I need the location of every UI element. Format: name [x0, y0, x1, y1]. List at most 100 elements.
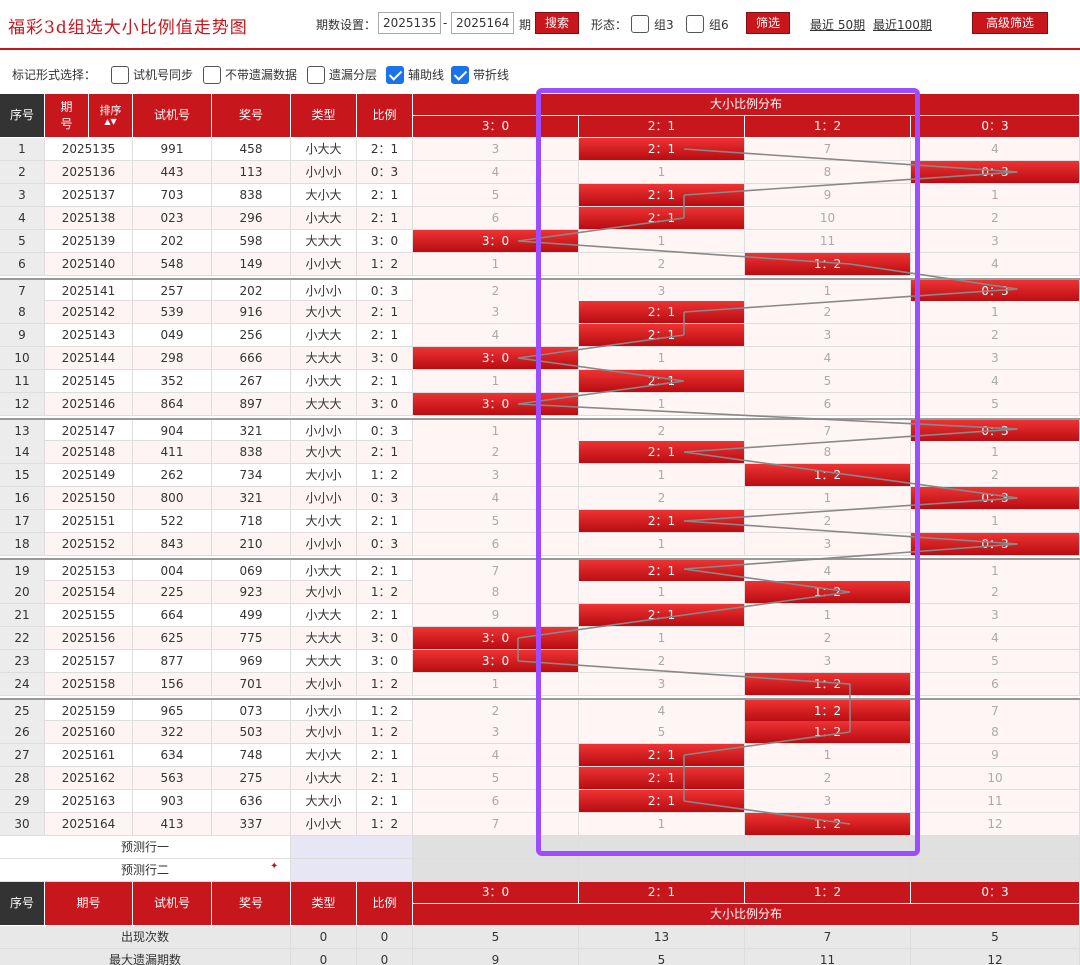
table-row: 10 2025144 298 666 大大大 3：0 3：0 1 4 3 — [0, 347, 1080, 370]
table-row: 25 2025159 965 073 小大小 1：2 2 4 1：2 7 — [0, 698, 1080, 722]
predict-row[interactable]: 预测行一 — [0, 836, 1080, 859]
row-ratio-hit: 3：0 — [413, 650, 579, 672]
row-miss-value: 3 — [579, 280, 745, 302]
expand-arrow-icon[interactable]: ✦ — [270, 861, 278, 872]
row-ratio: 3：0 — [357, 650, 413, 672]
row-ratio: 0：3 — [357, 161, 413, 183]
row-ratio-hit: 1：2 — [745, 813, 911, 835]
row-seq: 28 — [0, 767, 45, 789]
row-miss-value: 3 — [413, 301, 579, 323]
predict-row-cell[interactable] — [911, 859, 1080, 881]
stats-ratio: 0 — [357, 926, 413, 948]
row-miss-value: 12 — [911, 813, 1080, 835]
row-period: 2025158 — [45, 673, 133, 695]
row-period: 2025160 — [45, 721, 133, 743]
row-miss-value: 1 — [911, 184, 1080, 206]
group6-label: 组6 — [709, 18, 729, 32]
row-miss-value: 9 — [745, 184, 911, 206]
row-type: 小大大 — [291, 560, 357, 582]
predict-row-cell[interactable] — [745, 859, 911, 881]
row-period: 2025135 — [45, 138, 133, 160]
row-ratio: 2：1 — [357, 767, 413, 789]
row-miss-value: 5 — [579, 721, 745, 743]
mark-option-checkbox-5[interactable] — [451, 66, 469, 84]
row-type: 大大大 — [291, 627, 357, 649]
row-ratio-hit: 3：0 — [413, 230, 579, 252]
row-type: 小大大 — [291, 604, 357, 626]
table-row: 1 2025135 991 458 小大大 2：1 3 2：1 7 4 — [0, 138, 1080, 161]
row-type: 大小大 — [291, 301, 357, 323]
row-miss-value: 4 — [911, 370, 1080, 392]
row-type: 小大大 — [291, 324, 357, 346]
row-trial: 156 — [133, 673, 212, 695]
header-type: 类型 — [291, 94, 357, 138]
row-ratio: 0：3 — [357, 280, 413, 302]
predict-row-cell[interactable] — [579, 836, 745, 858]
row-ratio-hit: 0：3 — [911, 420, 1080, 442]
row-prize: 267 — [212, 370, 291, 392]
mark-option-label-5: 带折线 — [473, 68, 510, 82]
search-button[interactable]: 搜索 — [535, 12, 579, 34]
predict-row-cell[interactable] — [911, 836, 1080, 858]
predict-row-input[interactable] — [291, 836, 413, 858]
predict-row[interactable]: 预测行二 ✦ — [0, 859, 1080, 882]
row-trial: 965 — [133, 700, 212, 722]
group3-checkbox[interactable] — [631, 15, 649, 33]
period-from-input[interactable] — [378, 12, 441, 34]
predict-row-cell[interactable] — [579, 859, 745, 881]
row-miss-value: 3 — [745, 324, 911, 346]
recent-100-link[interactable]: 最近100期 — [873, 16, 932, 33]
row-miss-value: 1 — [911, 301, 1080, 323]
mark-option-checkbox-1[interactable] — [111, 66, 129, 84]
row-seq: 30 — [0, 813, 45, 835]
predict-row-cell[interactable] — [413, 836, 579, 858]
header-sort[interactable]: 排序 ▲▼ — [89, 94, 133, 138]
row-miss-value: 6 — [911, 673, 1080, 695]
row-miss-value: 9 — [413, 604, 579, 626]
period-to-input[interactable] — [451, 12, 514, 34]
row-type: 小大大 — [291, 207, 357, 229]
row-ratio: 1：2 — [357, 464, 413, 486]
recent-50-link[interactable]: 最近 50期 — [810, 16, 865, 33]
header-period: 期号 — [45, 94, 89, 138]
period-dash: - — [443, 16, 448, 30]
advanced-filter-button[interactable]: 高级筛选 — [972, 12, 1048, 34]
predict-row-cell[interactable] — [413, 859, 579, 881]
row-period: 2025150 — [45, 487, 133, 509]
filter-button[interactable]: 筛选 — [746, 12, 790, 34]
mark-option-checkbox-3[interactable] — [307, 66, 325, 84]
mark-option-checkbox-4[interactable] — [386, 66, 404, 84]
row-prize: 718 — [212, 510, 291, 532]
row-period: 2025162 — [45, 767, 133, 789]
predict-row-input[interactable] — [291, 859, 413, 881]
row-seq: 20 — [0, 581, 45, 603]
table-row: 22 2025156 625 775 大大大 3：0 3：0 1 2 4 — [0, 627, 1080, 650]
table-row: 2 2025136 443 113 小小小 0：3 4 1 8 0：3 — [0, 161, 1080, 184]
group6-checkbox[interactable] — [686, 15, 704, 33]
row-miss-value: 5 — [413, 184, 579, 206]
row-miss-value: 5 — [911, 393, 1080, 415]
row-ratio: 1：2 — [357, 581, 413, 603]
row-trial: 843 — [133, 533, 212, 555]
mark-option-checkbox-2[interactable] — [203, 66, 221, 84]
row-ratio-hit: 2：1 — [579, 184, 745, 206]
row-miss-value: 6 — [413, 207, 579, 229]
table-row: 9 2025143 049 256 小大大 2：1 4 2：1 3 2 — [0, 324, 1080, 347]
row-ratio-hit: 1：2 — [745, 464, 911, 486]
row-type: 大小大 — [291, 510, 357, 532]
row-trial: 004 — [133, 560, 212, 582]
row-prize: 923 — [212, 581, 291, 603]
row-miss-value: 1 — [911, 441, 1080, 463]
row-prize: 069 — [212, 560, 291, 582]
row-miss-value: 2 — [911, 324, 1080, 346]
mark-option-label-4: 辅助线 — [408, 68, 445, 82]
row-miss-value: 1 — [579, 230, 745, 252]
predict-row-cell[interactable] — [745, 836, 911, 858]
row-miss-value: 1 — [579, 581, 745, 603]
footer-ratio-header-1: 3：0 — [413, 882, 579, 904]
row-type: 大小小 — [291, 581, 357, 603]
footer-ratio-header-2: 2：1 — [579, 882, 745, 904]
row-miss-value: 7 — [745, 420, 911, 442]
row-ratio-hit: 3：0 — [413, 627, 579, 649]
row-period: 2025148 — [45, 441, 133, 463]
